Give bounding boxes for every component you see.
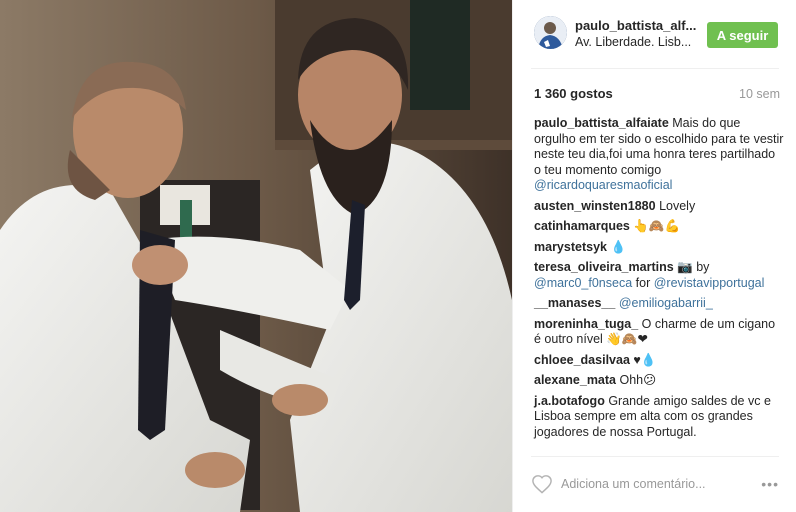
post-sidebar: paulo_battista_alf... Av. Liberdade. Lis… (512, 0, 796, 512)
divider (531, 456, 779, 457)
comment-text: 👆🙈💪 (633, 219, 681, 233)
comment-username[interactable]: paulo_battista_alfaiate (534, 116, 669, 130)
comment-username[interactable]: catinhamarques (534, 219, 630, 233)
post-time[interactable]: 10 sem (739, 87, 780, 101)
comment-username[interactable]: moreninha_tuga_ (534, 317, 638, 331)
comment-text: Lovely (659, 198, 696, 213)
comment-username[interactable]: chloee_dasilvaa (534, 353, 630, 367)
comment-username[interactable]: teresa_oliveira_martins (534, 260, 674, 274)
comment-mention[interactable]: @emiliogabarrii_ (619, 296, 713, 310)
comment-username[interactable]: marystetsyk (534, 240, 607, 254)
comment-mention[interactable]: @ricardoquaresmaoficial (534, 178, 672, 192)
comment-item: austen_winsten1880 Lovely (534, 199, 784, 215)
comment-text: for (635, 275, 651, 290)
comment-item: __manases__ @emiliogabarrii_ (534, 296, 784, 312)
post-stats: 1 360 gostos 10 sem (534, 86, 780, 104)
post-header: paulo_battista_alf... Av. Liberdade. Lis… (513, 0, 796, 68)
comment-username[interactable]: austen_winsten1880 (534, 199, 656, 213)
comment-composer: ••• (531, 470, 779, 500)
comment-username[interactable]: __manases__ (534, 296, 615, 310)
comment-mention[interactable]: @marc0_f0nseca (534, 276, 632, 290)
comment-text: ♥💧 (633, 352, 657, 367)
comment-mention[interactable]: @revistavipportugal (654, 276, 765, 290)
comment-item: marystetsyk 💧 (534, 240, 784, 256)
post-photo[interactable] (0, 0, 512, 512)
comment-item: moreninha_tuga_ O charme de um cigano é … (534, 317, 784, 348)
comment-text: 📷 by (677, 260, 710, 274)
heart-outline-icon[interactable] (531, 474, 553, 494)
avatar[interactable] (534, 16, 567, 49)
add-comment-input[interactable] (561, 474, 741, 494)
comment-item: alexane_mata Ohh😕 (534, 373, 784, 389)
avatar-image (534, 16, 567, 49)
username-link[interactable]: paulo_battista_alf... (575, 18, 696, 33)
divider (531, 68, 779, 69)
location-link[interactable]: Av. Liberdade. Lisb... (575, 35, 691, 49)
comment-item: paulo_battista_alfaiate Mais do que orgu… (534, 116, 784, 194)
comment-text: 💧 (610, 239, 627, 254)
photo-illustration (0, 0, 512, 512)
comment-username[interactable]: j.a.botafogo (534, 394, 605, 408)
comment-item: catinhamarques 👆🙈💪 (534, 219, 784, 235)
comment-item: chloee_dasilvaa ♥💧 (534, 353, 784, 369)
comment-list: paulo_battista_alfaiate Mais do que orgu… (534, 116, 784, 445)
more-options-icon[interactable]: ••• (761, 476, 779, 492)
likes-count[interactable]: 1 360 gostos (534, 86, 613, 101)
comment-username[interactable]: alexane_mata (534, 373, 616, 387)
comment-item: j.a.botafogo Grande amigo saldes de vc e… (534, 394, 784, 441)
follow-button[interactable]: A seguir (707, 22, 778, 48)
comment-item: teresa_oliveira_martins 📷 by @marc0_f0ns… (534, 260, 784, 291)
comment-text: Ohh😕 (619, 373, 657, 387)
